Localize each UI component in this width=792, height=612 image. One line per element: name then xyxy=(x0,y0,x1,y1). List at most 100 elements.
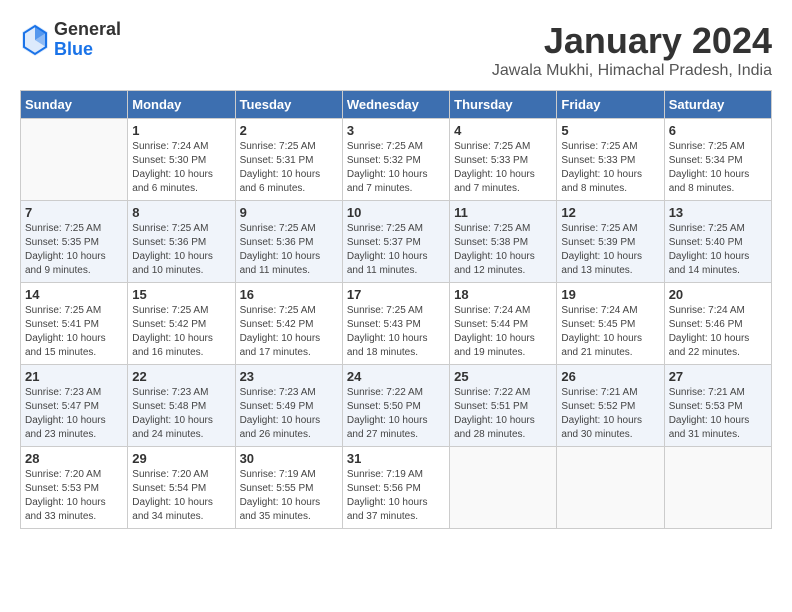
day-info: Sunrise: 7:24 AM Sunset: 5:30 PM Dayligh… xyxy=(132,140,230,196)
day-number: 5 xyxy=(561,123,659,138)
calendar-day-cell: 14 Sunrise: 7:25 AM Sunset: 5:41 PM Dayli… xyxy=(21,283,128,365)
day-number: 12 xyxy=(561,205,659,220)
calendar-day-cell: 26 Sunrise: 7:21 AM Sunset: 5:52 PM Dayli… xyxy=(557,365,664,447)
day-number: 18 xyxy=(454,287,552,302)
calendar-day-cell: 22Sunrise: 7:23 AM Sunset: 5:48 PM Dayli… xyxy=(128,365,235,447)
day-info: Sunrise: 7:22 AM Sunset: 5:50 PM Dayligh… xyxy=(347,386,445,442)
calendar-day-cell: 6Sunrise: 7:25 AM Sunset: 5:34 PM Daylig… xyxy=(664,119,771,201)
calendar-day-cell: 31Sunrise: 7:19 AM Sunset: 5:56 PM Dayli… xyxy=(342,447,449,529)
day-number: 28 xyxy=(25,451,123,466)
day-info: Sunrise: 7:25 AM Sunset: 5:33 PM Dayligh… xyxy=(561,140,659,196)
title-section: January 2024 Jawala Mukhi, Himachal Prad… xyxy=(492,20,772,80)
calendar-day-cell: 25 Sunrise: 7:22 AM Sunset: 5:51 PM Dayli… xyxy=(450,365,557,447)
day-info: Sunrise: 7:25 AM Sunset: 5:43 PM Dayligh… xyxy=(347,304,445,360)
day-info: Sunrise: 7:25 AM Sunset: 5:42 PM Dayligh… xyxy=(240,304,338,360)
day-number: 10 xyxy=(347,205,445,220)
day-number: 26 xyxy=(561,369,659,384)
day-number: 24 xyxy=(347,369,445,384)
calendar-day-cell: 20Sunrise: 7:24 AM Sunset: 5:46 PM Dayli… xyxy=(664,283,771,365)
day-info: Sunrise: 7:25 AM Sunset: 5:33 PM Dayligh… xyxy=(454,140,552,196)
day-number: 30 xyxy=(240,451,338,466)
day-number: 4 xyxy=(454,123,552,138)
calendar-day-cell: 9 Sunrise: 7:25 AM Sunset: 5:36 PM Daylig… xyxy=(235,201,342,283)
calendar-day-cell: 24 Sunrise: 7:22 AM Sunset: 5:50 PM Dayli… xyxy=(342,365,449,447)
day-info: Sunrise: 7:24 AM Sunset: 5:44 PM Dayligh… xyxy=(454,304,552,360)
day-number: 14 xyxy=(25,287,123,302)
day-number: 2 xyxy=(240,123,338,138)
day-number: 1 xyxy=(132,123,230,138)
calendar-day-cell: 19 Sunrise: 7:24 AM Sunset: 5:45 PM Dayli… xyxy=(557,283,664,365)
day-info: Sunrise: 7:25 AM Sunset: 5:31 PM Dayligh… xyxy=(240,140,338,196)
day-info: Sunrise: 7:25 AM Sunset: 5:40 PM Dayligh… xyxy=(669,222,767,278)
calendar-day-cell xyxy=(21,119,128,201)
calendar-day-cell xyxy=(664,447,771,529)
day-number: 3 xyxy=(347,123,445,138)
day-info: Sunrise: 7:19 AM Sunset: 5:55 PM Dayligh… xyxy=(240,468,338,524)
day-number: 9 xyxy=(240,205,338,220)
day-number: 16 xyxy=(240,287,338,302)
logo-text: General Blue xyxy=(54,20,121,60)
calendar-day-cell: 5 Sunrise: 7:25 AM Sunset: 5:33 PM Daylig… xyxy=(557,119,664,201)
day-number: 19 xyxy=(561,287,659,302)
day-info: Sunrise: 7:24 AM Sunset: 5:45 PM Dayligh… xyxy=(561,304,659,360)
calendar-day-cell: 28 Sunrise: 7:20 AM Sunset: 5:53 PM Dayli… xyxy=(21,447,128,529)
day-info: Sunrise: 7:23 AM Sunset: 5:47 PM Dayligh… xyxy=(25,386,123,442)
calendar-day-cell: 18 Sunrise: 7:24 AM Sunset: 5:44 PM Dayli… xyxy=(450,283,557,365)
day-info: Sunrise: 7:22 AM Sunset: 5:51 PM Dayligh… xyxy=(454,386,552,442)
calendar-day-cell: 8 Sunrise: 7:25 AM Sunset: 5:36 PM Daylig… xyxy=(128,201,235,283)
day-info: Sunrise: 7:25 AM Sunset: 5:32 PM Dayligh… xyxy=(347,140,445,196)
calendar-day-cell: 11Sunrise: 7:25 AM Sunset: 5:38 PM Dayli… xyxy=(450,201,557,283)
weekday-header-wednesday: Wednesday xyxy=(342,91,449,119)
calendar-day-cell: 16 Sunrise: 7:25 AM Sunset: 5:42 PM Dayli… xyxy=(235,283,342,365)
logo: General Blue xyxy=(20,20,121,60)
day-info: Sunrise: 7:25 AM Sunset: 5:35 PM Dayligh… xyxy=(25,222,123,278)
day-number: 25 xyxy=(454,369,552,384)
weekday-header-tuesday: Tuesday xyxy=(235,91,342,119)
day-info: Sunrise: 7:25 AM Sunset: 5:36 PM Dayligh… xyxy=(240,222,338,278)
calendar-day-cell: 7Sunrise: 7:25 AM Sunset: 5:35 PM Daylig… xyxy=(21,201,128,283)
calendar-header-row: SundayMondayTuesdayWednesdayThursdayFrid… xyxy=(21,91,772,119)
logo-blue-text: Blue xyxy=(54,40,121,60)
day-number: 13 xyxy=(669,205,767,220)
calendar-day-cell xyxy=(557,447,664,529)
weekday-header-sunday: Sunday xyxy=(21,91,128,119)
day-number: 17 xyxy=(347,287,445,302)
day-number: 20 xyxy=(669,287,767,302)
calendar-day-cell: 27 Sunrise: 7:21 AM Sunset: 5:53 PM Dayli… xyxy=(664,365,771,447)
day-number: 23 xyxy=(240,369,338,384)
weekday-header-saturday: Saturday xyxy=(664,91,771,119)
day-info: Sunrise: 7:20 AM Sunset: 5:53 PM Dayligh… xyxy=(25,468,123,524)
day-number: 15 xyxy=(132,287,230,302)
calendar-week-row: 21 Sunrise: 7:23 AM Sunset: 5:47 PM Dayli… xyxy=(21,365,772,447)
calendar-day-cell: 30 Sunrise: 7:19 AM Sunset: 5:55 PM Dayli… xyxy=(235,447,342,529)
calendar-day-cell: 21 Sunrise: 7:23 AM Sunset: 5:47 PM Dayli… xyxy=(21,365,128,447)
calendar-day-cell: 13 Sunrise: 7:25 AM Sunset: 5:40 PM Dayli… xyxy=(664,201,771,283)
day-number: 21 xyxy=(25,369,123,384)
day-info: Sunrise: 7:23 AM Sunset: 5:48 PM Dayligh… xyxy=(132,386,230,442)
day-number: 8 xyxy=(132,205,230,220)
weekday-header-monday: Monday xyxy=(128,91,235,119)
calendar-day-cell: 12 Sunrise: 7:25 AM Sunset: 5:39 PM Dayli… xyxy=(557,201,664,283)
day-info: Sunrise: 7:19 AM Sunset: 5:56 PM Dayligh… xyxy=(347,468,445,524)
calendar-day-cell: 4 Sunrise: 7:25 AM Sunset: 5:33 PM Daylig… xyxy=(450,119,557,201)
calendar-day-cell: 2 Sunrise: 7:25 AM Sunset: 5:31 PM Daylig… xyxy=(235,119,342,201)
day-info: Sunrise: 7:25 AM Sunset: 5:39 PM Dayligh… xyxy=(561,222,659,278)
logo-icon xyxy=(20,22,50,58)
calendar-day-cell: 3 Sunrise: 7:25 AM Sunset: 5:32 PM Daylig… xyxy=(342,119,449,201)
weekday-header-friday: Friday xyxy=(557,91,664,119)
calendar-day-cell: 23Sunrise: 7:23 AM Sunset: 5:49 PM Dayli… xyxy=(235,365,342,447)
calendar-week-row: 14 Sunrise: 7:25 AM Sunset: 5:41 PM Dayli… xyxy=(21,283,772,365)
day-info: Sunrise: 7:21 AM Sunset: 5:52 PM Dayligh… xyxy=(561,386,659,442)
day-info: Sunrise: 7:21 AM Sunset: 5:53 PM Dayligh… xyxy=(669,386,767,442)
day-number: 27 xyxy=(669,369,767,384)
day-info: Sunrise: 7:25 AM Sunset: 5:42 PM Dayligh… xyxy=(132,304,230,360)
calendar-day-cell xyxy=(450,447,557,529)
day-info: Sunrise: 7:25 AM Sunset: 5:36 PM Dayligh… xyxy=(132,222,230,278)
calendar-day-cell: 1 Sunrise: 7:24 AM Sunset: 5:30 PM Daylig… xyxy=(128,119,235,201)
day-info: Sunrise: 7:25 AM Sunset: 5:41 PM Dayligh… xyxy=(25,304,123,360)
page-header: General Blue January 2024 Jawala Mukhi, … xyxy=(20,20,772,80)
day-info: Sunrise: 7:25 AM Sunset: 5:38 PM Dayligh… xyxy=(454,222,552,278)
logo-general-text: General xyxy=(54,20,121,40)
calendar-day-cell: 29Sunrise: 7:20 AM Sunset: 5:54 PM Dayli… xyxy=(128,447,235,529)
day-number: 6 xyxy=(669,123,767,138)
